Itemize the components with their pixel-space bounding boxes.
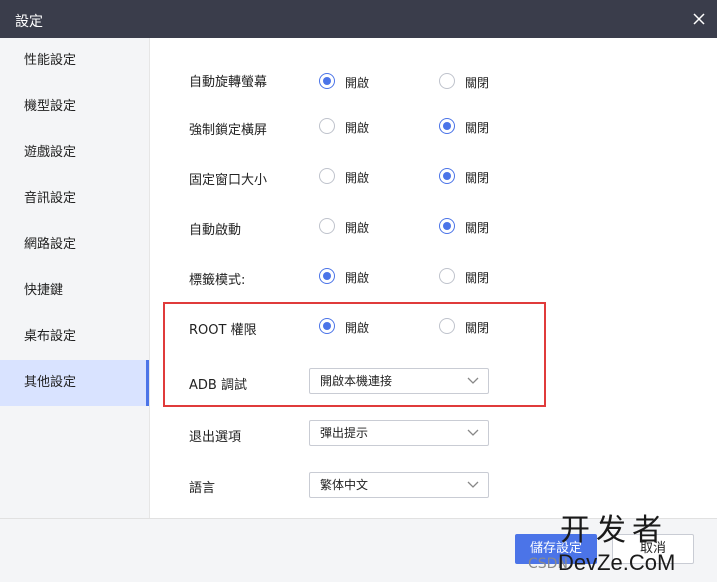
radio-on-label: 開啟 — [345, 271, 370, 285]
setting-label: 標籤模式: — [189, 273, 246, 288]
radio-off-label: 關閉 — [465, 121, 490, 135]
sidebar-item-label: 機型設定 — [24, 99, 77, 114]
sidebar-item-performance[interactable]: 性能設定 — [0, 38, 149, 84]
sidebar-item-network[interactable]: 網路設定 — [0, 222, 149, 268]
setting-label: 固定窗口大小 — [189, 173, 268, 188]
sidebar-item-label: 桌布設定 — [24, 329, 77, 344]
radio-off-label: 關閉 — [465, 221, 490, 235]
sidebar-item-device-model[interactable]: 機型設定 — [0, 84, 149, 130]
window-title: 設定 — [15, 14, 43, 30]
radio-on[interactable] — [319, 218, 335, 234]
radio-on[interactable] — [319, 73, 335, 89]
setting-label: 語言 — [189, 481, 216, 496]
radio-on[interactable] — [319, 168, 335, 184]
sidebar: 性能設定 機型設定 遊戲設定 音訊設定 網路設定 快捷鍵 桌布設定 其他設定 — [0, 38, 150, 518]
select-value: 彈出提示 — [320, 426, 369, 440]
setting-label: 退出選項 — [189, 430, 242, 445]
radio-off[interactable] — [439, 268, 455, 284]
radio-on-label: 開啟 — [345, 171, 370, 185]
radio-on-label: 開啟 — [345, 76, 370, 90]
radio-off[interactable] — [439, 118, 455, 134]
exit-option-select[interactable]: 彈出提示 — [309, 420, 489, 446]
sidebar-item-other[interactable]: 其他設定 — [0, 360, 149, 406]
sidebar-item-label: 快捷鍵 — [24, 283, 64, 298]
radio-off-label: 關閉 — [465, 171, 490, 185]
setting-label: 自動旋轉螢幕 — [189, 75, 268, 90]
radio-on-label: 開啟 — [345, 121, 370, 135]
close-icon[interactable] — [690, 10, 708, 28]
sidebar-item-label: 網路設定 — [24, 237, 77, 252]
sidebar-item-game[interactable]: 遊戲設定 — [0, 130, 149, 176]
setting-label: 強制鎖定橫屏 — [189, 123, 268, 138]
save-button[interactable]: 儲存設定 — [515, 534, 597, 564]
radio-off-label: 關閉 — [465, 76, 490, 90]
sidebar-item-shortcuts[interactable]: 快捷鍵 — [0, 268, 149, 314]
sidebar-item-label: 其他設定 — [24, 375, 77, 390]
chevron-down-icon — [467, 481, 479, 488]
radio-off[interactable] — [439, 218, 455, 234]
sidebar-item-wallpaper[interactable]: 桌布設定 — [0, 314, 149, 360]
sidebar-item-label: 音訊設定 — [24, 191, 77, 206]
highlight-annotation-box — [163, 302, 546, 407]
select-value: 繁体中文 — [320, 478, 369, 492]
language-select[interactable]: 繁体中文 — [309, 472, 489, 498]
radio-off[interactable] — [439, 73, 455, 89]
radio-on[interactable] — [319, 268, 335, 284]
sidebar-item-label: 遊戲設定 — [24, 145, 77, 160]
sidebar-item-label: 性能設定 — [24, 53, 77, 68]
setting-label: 自動啟動 — [189, 223, 242, 238]
radio-on[interactable] — [319, 118, 335, 134]
cancel-button[interactable]: 取消 — [612, 534, 694, 564]
title-bar: 設定 — [0, 0, 717, 38]
radio-off[interactable] — [439, 168, 455, 184]
chevron-down-icon — [467, 429, 479, 436]
footer-bar — [0, 518, 717, 582]
radio-off-label: 關閉 — [465, 271, 490, 285]
sidebar-item-audio[interactable]: 音訊設定 — [0, 176, 149, 222]
radio-on-label: 開啟 — [345, 221, 370, 235]
